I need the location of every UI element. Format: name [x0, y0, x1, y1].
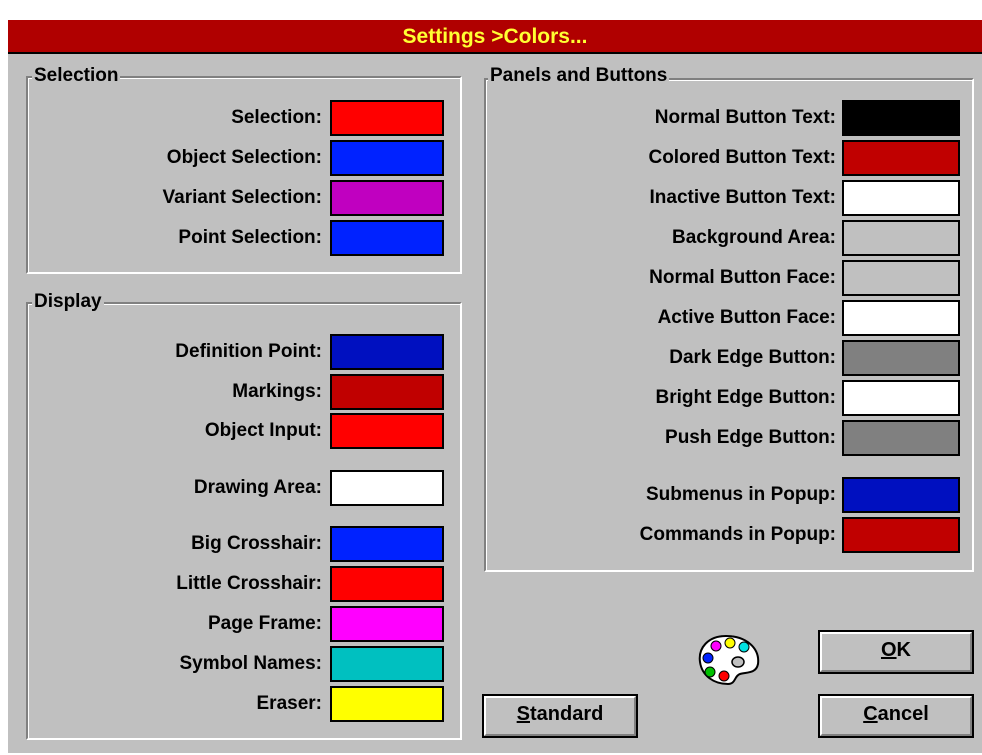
drawing-area-label: Drawing Area: [193, 477, 322, 498]
commands-in-popup-color-swatch[interactable] [842, 517, 960, 553]
ok-button[interactable]: OK [818, 630, 974, 674]
little-crosshair-color-swatch[interactable] [330, 566, 444, 602]
push-edge-button-label: Push Edge Button: [665, 427, 836, 448]
definition-point-label: Definition Point: [175, 341, 322, 362]
ok-label-rest: K [896, 639, 911, 661]
standard-button[interactable]: Standard [482, 694, 638, 738]
submenus-in-popup-label: Submenus in Popup: [646, 484, 836, 505]
normal-button-face-label: Normal Button Face: [649, 267, 836, 288]
submenus-in-popup-color-swatch[interactable] [842, 477, 960, 513]
dark-edge-button-color-swatch[interactable] [842, 340, 960, 376]
dark-edge-button-label: Dark Edge Button: [669, 347, 836, 368]
palette-icon [698, 634, 760, 686]
cancel-button[interactable]: Cancel [818, 694, 974, 738]
active-button-face-color-swatch[interactable] [842, 300, 960, 336]
little-crosshair-label: Little Crosshair: [176, 573, 322, 594]
selection-color-swatch[interactable] [330, 100, 444, 136]
colored-button-text-label: Colored Button Text: [648, 147, 836, 168]
display-legend: Display [32, 291, 104, 313]
point-selection-color-swatch[interactable] [330, 220, 444, 256]
commands-in-popup-label: Commands in Popup: [639, 524, 836, 545]
ok-mnemonic: O [880, 639, 897, 661]
normal-button-text-label: Normal Button Text: [654, 107, 836, 128]
symbol-names-label: Symbol Names: [179, 653, 322, 674]
drawing-area-color-swatch[interactable] [330, 470, 444, 506]
colored-button-text-color-swatch[interactable] [842, 140, 960, 176]
variant-selection-label: Variant Selection: [162, 187, 322, 208]
bright-edge-button-color-swatch[interactable] [842, 380, 960, 416]
symbol-names-color-swatch[interactable] [330, 646, 444, 682]
markings-color-swatch[interactable] [330, 374, 444, 410]
eraser-label: Eraser: [256, 693, 323, 714]
inactive-button-text-color-swatch[interactable] [842, 180, 960, 216]
background-area-label: Background Area: [672, 227, 836, 248]
big-crosshair-label: Big Crosshair: [191, 533, 322, 554]
object-selection-label: Object Selection: [166, 147, 322, 168]
background-area-color-swatch[interactable] [842, 220, 960, 256]
eraser-color-swatch[interactable] [330, 686, 444, 722]
selection-legend: Selection [32, 65, 121, 87]
page-frame-color-swatch[interactable] [330, 606, 444, 642]
big-crosshair-color-swatch[interactable] [330, 526, 444, 562]
push-edge-button-color-swatch[interactable] [842, 420, 960, 456]
panels-buttons-legend: Panels and Buttons [488, 65, 670, 87]
point-selection-label: Point Selection: [178, 227, 322, 248]
inactive-button-text-label: Inactive Button Text: [649, 187, 837, 208]
cancel-label-rest: ancel [877, 703, 929, 725]
definition-point-color-swatch[interactable] [330, 334, 444, 370]
normal-button-text-color-swatch[interactable] [842, 100, 960, 136]
cancel-mnemonic: C [863, 703, 878, 725]
object-input-label: Object Input: [204, 420, 322, 441]
bright-edge-button-label: Bright Edge Button: [655, 387, 836, 408]
standard-label-rest: tandard [530, 703, 604, 725]
active-button-face-label: Active Button Face: [657, 307, 836, 328]
window-title: Settings >Colors... [8, 20, 982, 54]
page-frame-label: Page Frame: [207, 613, 322, 634]
standard-mnemonic: S [516, 703, 530, 725]
object-selection-color-swatch[interactable] [330, 140, 444, 176]
normal-button-face-color-swatch[interactable] [842, 260, 960, 296]
object-input-color-swatch[interactable] [330, 413, 444, 449]
markings-label: Markings: [232, 381, 322, 402]
variant-selection-color-swatch[interactable] [330, 180, 444, 216]
selection-label: Selection: [231, 107, 322, 128]
